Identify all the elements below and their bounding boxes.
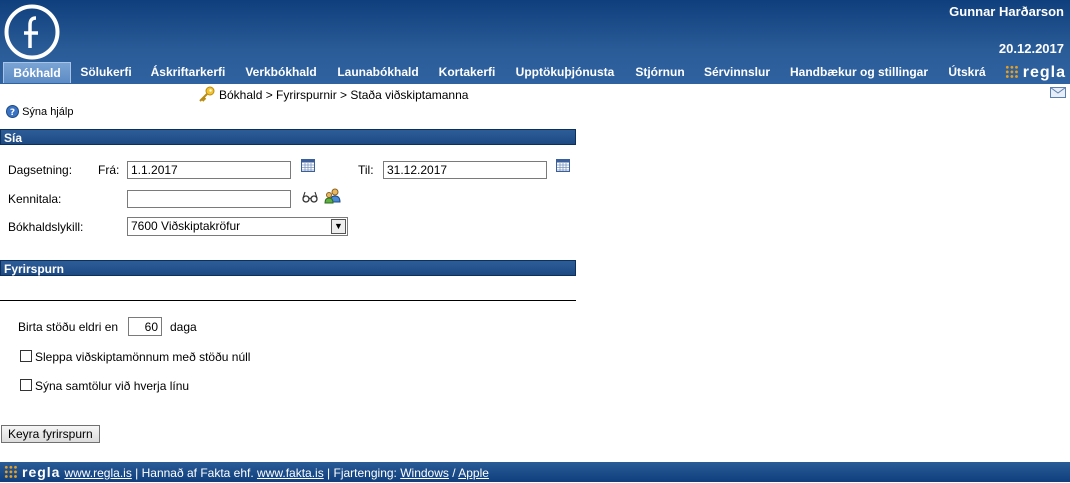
from-calendar-icon[interactable]	[301, 159, 315, 172]
footer-text-3: /	[448, 466, 459, 480]
main-nav: Bókhald Sölukerfi Áskriftarkerfi Verkbók…	[0, 62, 1070, 84]
nav-item-stjornun[interactable]: Stjórnun	[632, 62, 688, 82]
fakta-logo	[4, 4, 60, 60]
filter-section-header: Sía	[0, 129, 576, 145]
chevron-down-icon[interactable]: ▼	[331, 219, 346, 234]
kennitala-label: Kennitala:	[8, 192, 62, 206]
days-input[interactable]	[128, 317, 162, 336]
nav-item-askriftarkerfi[interactable]: Áskriftarkerfi	[148, 62, 228, 82]
footer-text-1: | Hannað af Fakta ehf.	[131, 466, 258, 480]
show-totals-label: Sýna samtölur við hverja línu	[35, 379, 190, 393]
to-date-input[interactable]	[383, 161, 547, 179]
show-totals-checkbox[interactable]	[20, 379, 32, 391]
skip-zero-checkbox[interactable]	[20, 350, 32, 362]
nav-item-kortakerfi[interactable]: Kortakerfi	[436, 62, 498, 82]
account-label: Bókhaldslykill:	[8, 220, 84, 234]
regla-brand-text: regla	[1022, 64, 1066, 81]
nav-item-servinnslur[interactable]: Sérvinnslur	[702, 62, 772, 82]
breadcrumb-text: Bókhald > Fyrirspurnir > Staða viðskipta…	[219, 88, 469, 102]
footer-regla-dots-icon	[4, 465, 18, 479]
users-lookup-icon[interactable]	[324, 188, 342, 204]
help-link[interactable]: ? Sýna hjálp	[6, 105, 73, 118]
svg-text:?: ?	[10, 108, 15, 118]
glasses-search-icon[interactable]	[302, 191, 318, 203]
from-date-input[interactable]	[127, 161, 291, 179]
current-date: 20.12.2017	[998, 41, 1064, 56]
footer-text-2: | Fjartenging:	[323, 466, 401, 480]
nav-item-verkbokhald[interactable]: Verkbókhald	[243, 62, 319, 82]
regla-logo: regla	[1004, 64, 1066, 82]
kennitala-input[interactable]	[127, 190, 291, 208]
account-select[interactable]: 7600 Viðskiptakröfur ▼	[127, 217, 348, 236]
apple-link[interactable]: Apple	[458, 466, 489, 480]
section-divider	[0, 300, 576, 301]
from-label: Frá:	[98, 163, 120, 177]
app-footer: regla www.regla.is | Hannað af Fakta ehf.…	[0, 462, 1070, 482]
help-link-label: Sýna hjálp	[22, 106, 74, 118]
help-icon: ?	[6, 105, 19, 118]
run-query-button[interactable]: Keyra fyrirspurn	[1, 425, 100, 443]
to-calendar-icon[interactable]	[556, 159, 570, 172]
date-label: Dagsetning:	[8, 163, 73, 177]
older-than-prefix: Birta stöðu eldri en	[18, 320, 119, 334]
older-than-suffix: daga	[170, 320, 197, 334]
nav-item-upptokuthjonusta[interactable]: Upptökuþjónusta	[512, 62, 618, 82]
mail-icon[interactable]	[1050, 87, 1066, 98]
regla-dots-icon	[1004, 65, 1019, 79]
key-icon	[199, 86, 215, 102]
nav-item-handbaekur[interactable]: Handbækur og stillingar	[786, 62, 932, 82]
nav-item-utskra[interactable]: Útskrá	[944, 62, 990, 82]
footer-brand: regla	[22, 464, 61, 480]
nav-item-bokhald[interactable]: Bókhald	[3, 62, 71, 83]
regla-link[interactable]: www.regla.is	[64, 466, 131, 480]
windows-link[interactable]: Windows	[400, 466, 449, 480]
breadcrumb: Bókhald > Fyrirspurnir > Staða viðskipta…	[198, 86, 468, 102]
nav-item-solukerfi[interactable]: Sölukerfi	[78, 62, 134, 82]
nav-item-launabokhald[interactable]: Launabókhald	[334, 62, 422, 82]
user-name: Gunnar Harðarson	[949, 4, 1064, 19]
query-section-header: Fyrirspurn	[0, 260, 576, 276]
skip-zero-label: Sleppa viðskiptamönnum með stöðu núll	[35, 350, 251, 364]
to-label: Til:	[358, 163, 374, 177]
fakta-link[interactable]: www.fakta.is	[257, 466, 324, 480]
account-select-value: 7600 Viðskiptakröfur	[131, 219, 241, 233]
